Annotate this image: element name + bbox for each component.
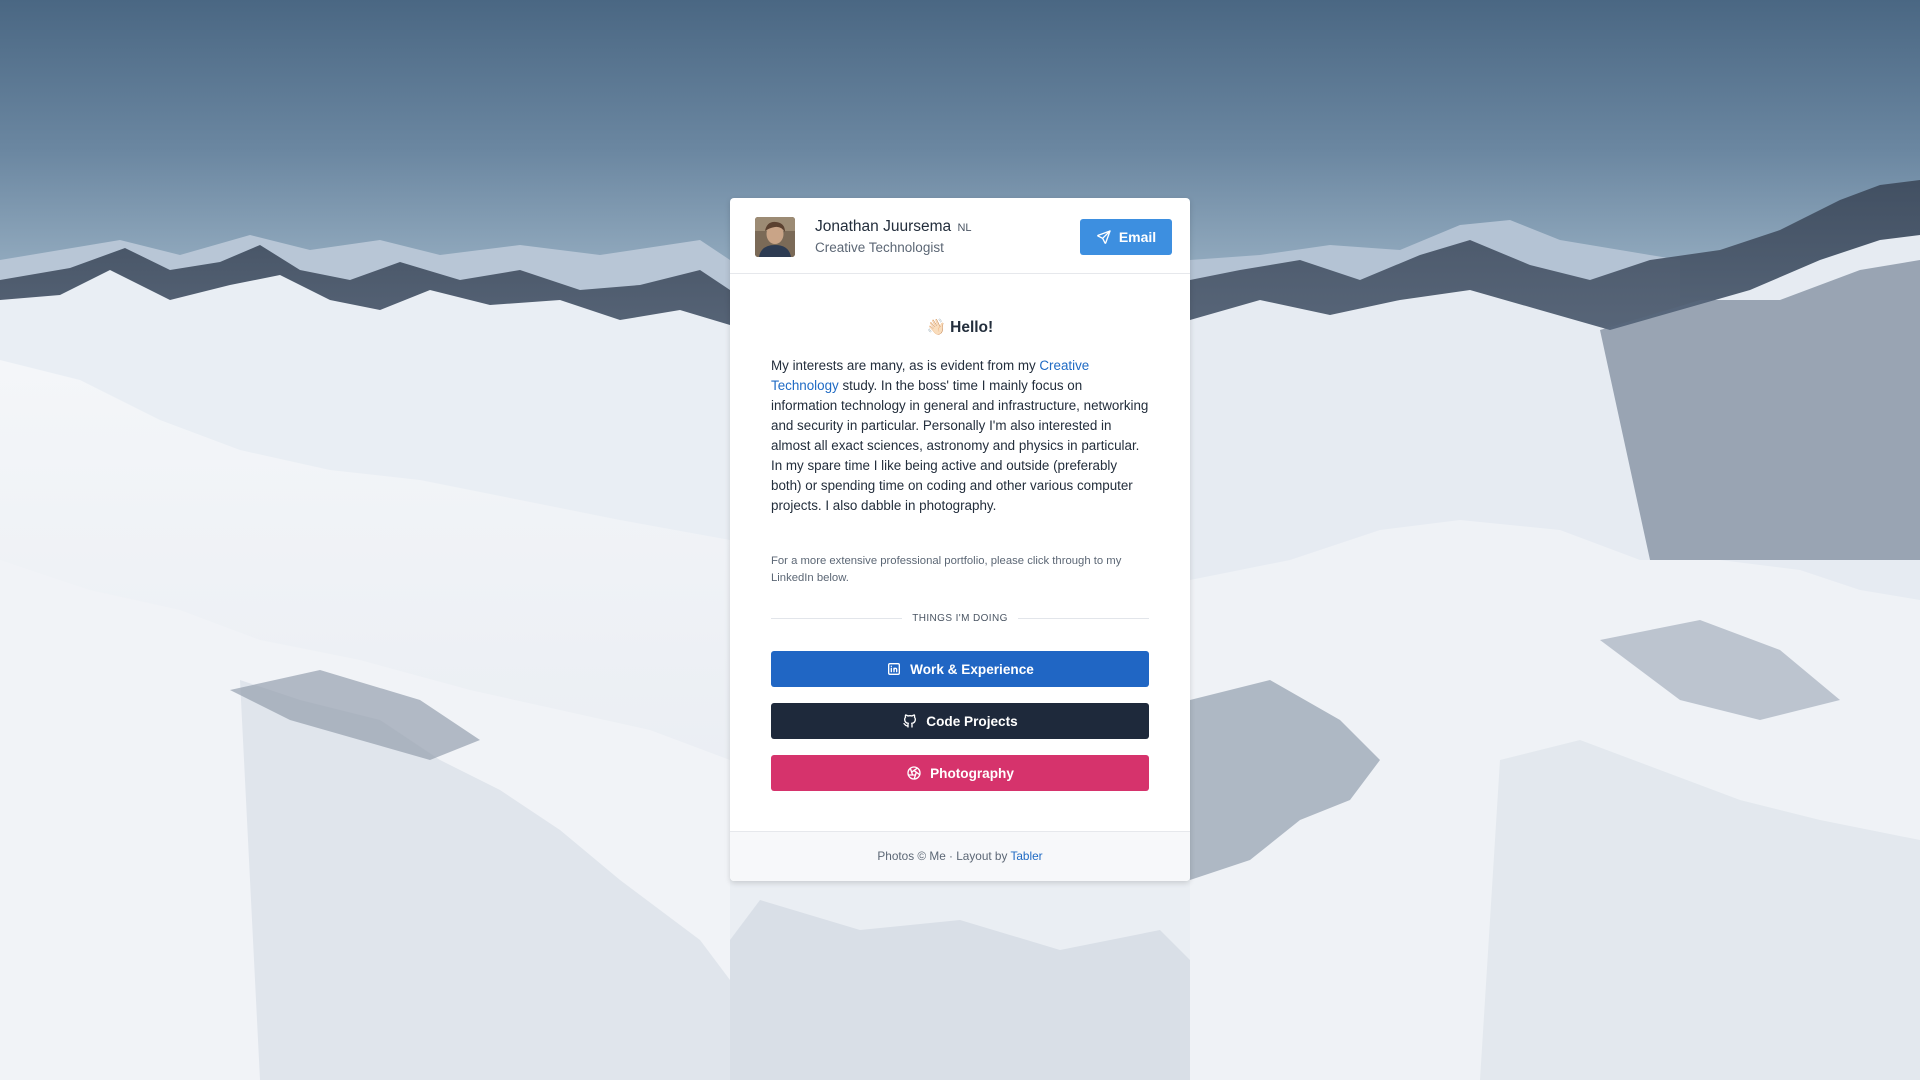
divider-label: THINGS I'M DOING [912, 612, 1008, 624]
section-divider: THINGS I'M DOING [771, 610, 1149, 626]
photography-label: Photography [930, 765, 1014, 781]
bio-paragraph: My interests are many, as is evident fro… [771, 356, 1151, 516]
card-footer: Photos © Me · Layout by Tabler [730, 831, 1190, 881]
card-header: Jonathan Juursema NL Creative Technologi… [730, 198, 1190, 274]
greeting-heading: 👋🏻 Hello! [730, 318, 1190, 337]
divider-line-left [771, 617, 903, 619]
linkedin-icon [888, 663, 901, 675]
footer-text: Photos © Me · Layout by [877, 849, 1011, 863]
bio-text-end: study. In the boss' time I mainly focus … [771, 378, 1149, 513]
work-experience-label: Work & Experience [910, 661, 1034, 677]
profile-role: Creative Technologist [815, 240, 944, 255]
email-button-label: Email [1118, 229, 1157, 245]
bio-text-start: My interests are many, as is evident fro… [771, 358, 1040, 373]
greeting-text: Hello! [950, 319, 994, 336]
wave-icon: 👋🏻 [926, 319, 947, 336]
send-icon [1096, 230, 1111, 244]
profile-name: Jonathan Juursema NL [815, 218, 972, 236]
profile-name-text: Jonathan Juursema [815, 218, 952, 235]
email-button[interactable]: Email [1080, 219, 1172, 255]
code-projects-label: Code Projects [926, 713, 1018, 729]
portfolio-note: For a more extensive professional portfo… [771, 555, 1122, 584]
avatar [755, 217, 795, 257]
code-projects-button[interactable]: Code Projects [771, 703, 1149, 739]
avatar-photo [755, 217, 795, 257]
photography-button[interactable]: Photography [771, 755, 1149, 791]
country-code: NL [957, 222, 972, 234]
aperture-icon [907, 766, 921, 780]
work-experience-button[interactable]: Work & Experience [771, 651, 1149, 687]
tabler-link[interactable]: Tabler [1010, 849, 1042, 863]
divider-line-right [1017, 617, 1149, 619]
profile-card: Jonathan Juursema NL Creative Technologi… [730, 198, 1190, 881]
github-icon [903, 714, 917, 728]
